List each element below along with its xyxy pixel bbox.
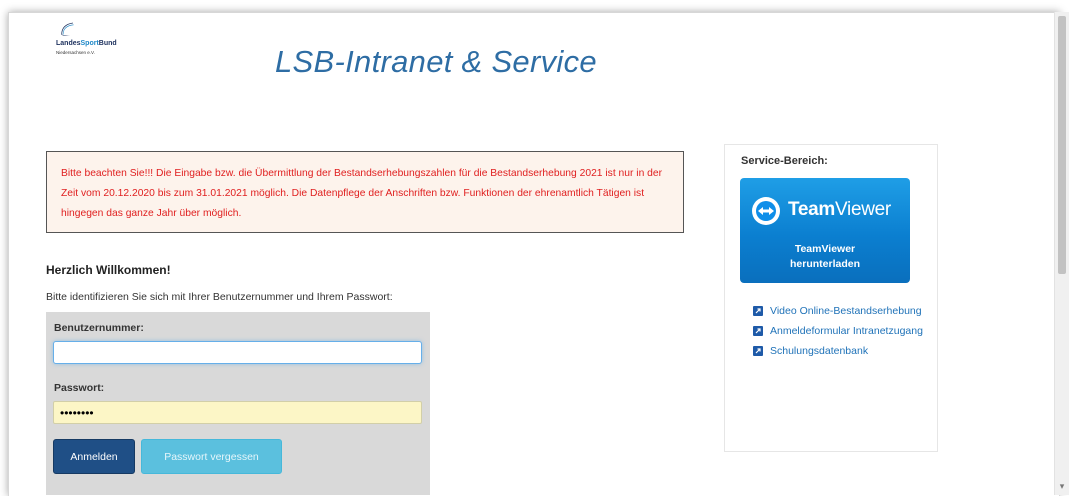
logo-name: LandesSportBund bbox=[56, 40, 117, 47]
login-instruction: Bitte identifizieren Sie sich mit Ihrer … bbox=[46, 291, 393, 303]
teamviewer-caption: TeamViewer herunterladen bbox=[789, 243, 860, 270]
logo-subline: Niedersachsen e.V. bbox=[56, 50, 95, 55]
scroll-down-arrow-icon[interactable]: ▾ bbox=[1056, 482, 1068, 491]
scrollbar-thumb[interactable] bbox=[1058, 16, 1066, 274]
password-input[interactable] bbox=[53, 401, 422, 424]
external-link-icon bbox=[753, 306, 763, 316]
service-title: Service-Bereich: bbox=[741, 155, 828, 167]
external-link-icon bbox=[753, 326, 763, 336]
login-button[interactable]: Anmelden bbox=[53, 439, 135, 474]
link-schulungsdatenbank[interactable]: Schulungsdatenbank bbox=[753, 343, 923, 360]
external-link-icon bbox=[753, 346, 763, 356]
teamviewer-icon bbox=[752, 197, 780, 225]
password-label: Passwort: bbox=[54, 382, 105, 394]
notice-text: Bitte beachten Sie!!! Die Eingabe bzw. d… bbox=[61, 168, 663, 219]
link-video-online-bestandserhebung[interactable]: Video Online-Bestandserhebung bbox=[753, 303, 923, 320]
username-input[interactable] bbox=[53, 341, 422, 364]
teamviewer-download-banner[interactable]: TeamViewer TeamViewer herunterladen bbox=[740, 178, 910, 283]
teamviewer-brand: TeamViewer bbox=[788, 199, 891, 220]
service-panel: Service-Bereich: TeamViewer TeamViewer h… bbox=[724, 144, 938, 452]
vertical-scrollbar[interactable]: ▾ bbox=[1054, 12, 1069, 495]
landessportbund-logo[interactable]: LandesSportBund Niedersachsen e.V. bbox=[46, 20, 166, 70]
notice-box: Bitte beachten Sie!!! Die Eingabe bzw. d… bbox=[46, 151, 684, 233]
link-anmeldeformular-intranetzugang[interactable]: Anmeldeformular Intranetzugang bbox=[753, 323, 923, 340]
forgot-password-button[interactable]: Passwort vergessen bbox=[141, 439, 282, 474]
logo-swoosh-icon bbox=[61, 22, 74, 36]
service-links: Video Online-Bestandserhebung Anmeldefor… bbox=[753, 303, 923, 363]
username-label: Benutzernummer: bbox=[54, 322, 144, 334]
login-form: Benutzernummer: Passwort: Anmelden Passw… bbox=[46, 312, 430, 495]
page-title: LSB-Intranet & Service bbox=[275, 44, 597, 79]
welcome-heading: Herzlich Willkommen! bbox=[46, 263, 171, 277]
